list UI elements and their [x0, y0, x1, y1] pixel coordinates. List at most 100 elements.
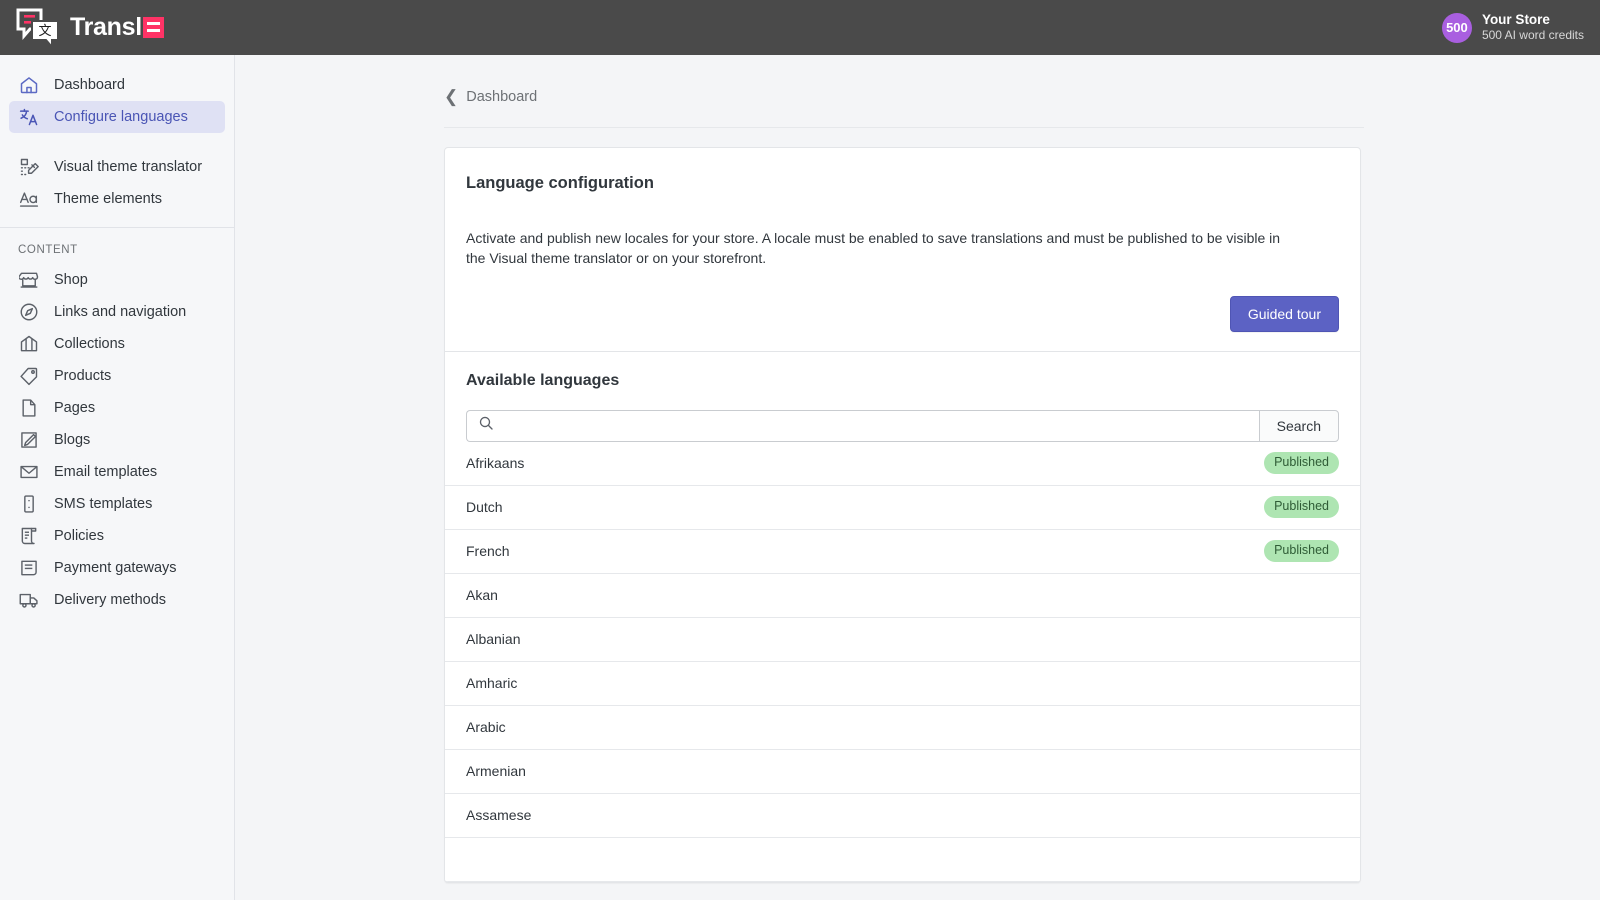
breadcrumb-label: Dashboard — [466, 89, 537, 105]
sidebar-item-blogs[interactable]: Blogs — [9, 424, 225, 456]
store-name: Your Store — [1482, 12, 1584, 29]
store-icon — [18, 269, 40, 291]
table-row[interactable]: Akan — [445, 574, 1360, 618]
search-field-wrapper[interactable] — [466, 410, 1259, 442]
sidebar-item-label: Policies — [54, 528, 104, 544]
available-languages-panel: Available languages Search Afrikaans Pub… — [445, 352, 1360, 882]
sidebar-item-visual-theme-translator[interactable]: Visual theme translator — [9, 151, 225, 183]
brand-accent-icon — [143, 17, 164, 38]
compass-icon — [18, 301, 40, 323]
language-name: Assamese — [466, 807, 531, 823]
language-name: Dutch — [466, 499, 503, 515]
sidebar: Dashboard Configure languages Visual the… — [0, 55, 235, 900]
sidebar-item-payment-gateways[interactable]: Payment gateways — [9, 552, 225, 584]
available-languages-title: Available languages — [466, 372, 1339, 390]
sidebar-item-label: Payment gateways — [54, 560, 177, 576]
envelope-icon — [18, 461, 40, 483]
table-row[interactable]: Armenian — [445, 750, 1360, 794]
sidebar-item-delivery-methods[interactable]: Delivery methods — [9, 584, 225, 616]
sidebar-item-label: Email templates — [54, 464, 157, 480]
sidebar-item-theme-elements[interactable]: Theme elements — [9, 183, 225, 215]
language-configuration-card: Language configuration Activate and publ… — [444, 147, 1361, 883]
sidebar-item-label: Shop — [54, 272, 88, 288]
table-row[interactable]: Afrikaans Published — [445, 442, 1360, 486]
language-name: Amharic — [466, 675, 517, 691]
transl-logo-icon: 文 — [16, 7, 60, 49]
language-name: Akan — [466, 587, 498, 603]
language-name: Armenian — [466, 763, 526, 779]
language-name: Arabic — [466, 719, 506, 735]
nav-spacer — [0, 133, 234, 151]
sidebar-item-links-and-navigation[interactable]: Links and navigation — [9, 296, 225, 328]
sidebar-item-sms-templates[interactable]: SMS templates — [9, 488, 225, 520]
account-area[interactable]: 500 Your Store 500 AI word credits — [1442, 12, 1600, 44]
payment-icon — [18, 557, 40, 579]
table-row[interactable]: Dutch Published — [445, 486, 1360, 530]
sidebar-item-shop[interactable]: Shop — [9, 264, 225, 296]
sidebar-item-label: Configure languages — [54, 109, 188, 125]
language-search-row: Search — [466, 410, 1339, 442]
language-name: French — [466, 543, 510, 559]
breadcrumb-divider — [444, 127, 1364, 128]
sidebar-item-label: Theme elements — [54, 191, 162, 207]
phone-icon — [18, 493, 40, 515]
table-row[interactable]: Amharic — [445, 662, 1360, 706]
search-icon — [478, 415, 494, 436]
brand-title: Transl — [70, 15, 164, 40]
brand-title-text: Transl — [70, 15, 142, 40]
table-row[interactable]: French Published — [445, 530, 1360, 574]
collections-icon — [18, 333, 40, 355]
sidebar-section-content: CONTENT — [0, 228, 234, 264]
language-configuration-panel: Language configuration Activate and publ… — [445, 148, 1360, 351]
guided-tour-button[interactable]: Guided tour — [1230, 296, 1339, 332]
page-title: Language configuration — [466, 174, 1339, 193]
sidebar-item-label: Blogs — [54, 432, 90, 448]
sidebar-item-pages[interactable]: Pages — [9, 392, 225, 424]
table-row[interactable] — [445, 838, 1360, 882]
typography-icon — [18, 188, 40, 210]
chevron-left-icon: ❮ — [444, 88, 458, 105]
svg-text:文: 文 — [38, 24, 51, 39]
sidebar-item-label: Collections — [54, 336, 125, 352]
search-input[interactable] — [504, 418, 1248, 434]
sidebar-item-label: Visual theme translator — [54, 159, 202, 175]
table-row[interactable]: Assamese — [445, 794, 1360, 838]
sidebar-item-dashboard[interactable]: Dashboard — [9, 69, 225, 101]
pencil-icon — [18, 429, 40, 451]
brand-logo[interactable]: 文 Transl — [0, 7, 164, 49]
sidebar-item-label: Pages — [54, 400, 95, 416]
store-credits-label: 500 AI word credits — [1482, 28, 1584, 43]
theme-translate-icon — [18, 156, 40, 178]
credits-badge: 500 — [1442, 13, 1472, 43]
language-list: Afrikaans Published Dutch Published Fren… — [445, 442, 1360, 882]
sidebar-item-configure-languages[interactable]: Configure languages — [9, 101, 225, 133]
sidebar-item-label: Links and navigation — [54, 304, 186, 320]
table-row[interactable]: Arabic — [445, 706, 1360, 750]
main-content: ❮ Dashboard Language configuration Activ… — [236, 55, 1600, 900]
language-name: Albanian — [466, 631, 521, 647]
tag-icon — [18, 365, 40, 387]
translate-icon — [18, 106, 40, 128]
sidebar-item-policies[interactable]: Policies — [9, 520, 225, 552]
page-icon — [18, 397, 40, 419]
scroll-icon — [18, 525, 40, 547]
sidebar-item-label: Dashboard — [54, 77, 125, 93]
search-button[interactable]: Search — [1259, 410, 1339, 442]
configuration-description: Activate and publish new locales for you… — [466, 228, 1296, 269]
store-meta: Your Store 500 AI word credits — [1482, 12, 1584, 44]
breadcrumb[interactable]: ❮ Dashboard — [236, 55, 537, 105]
sidebar-item-label: Products — [54, 368, 111, 384]
status-badge: Published — [1264, 496, 1339, 518]
sidebar-item-label: Delivery methods — [54, 592, 166, 608]
sidebar-item-email-templates[interactable]: Email templates — [9, 456, 225, 488]
language-name: Afrikaans — [466, 455, 524, 471]
status-badge: Published — [1264, 452, 1339, 474]
top-bar: 文 Transl 500 Your Store 500 AI word cred… — [0, 0, 1600, 55]
home-icon — [18, 74, 40, 96]
sidebar-item-products[interactable]: Products — [9, 360, 225, 392]
table-row[interactable]: Albanian — [445, 618, 1360, 662]
sidebar-item-collections[interactable]: Collections — [9, 328, 225, 360]
sidebar-item-label: SMS templates — [54, 496, 152, 512]
status-badge: Published — [1264, 540, 1339, 562]
panel-actions: Guided tour — [466, 296, 1339, 332]
